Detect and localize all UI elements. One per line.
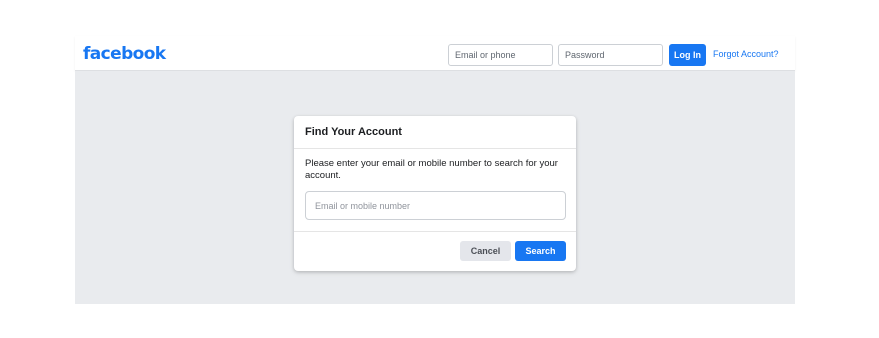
- password-input[interactable]: [558, 44, 663, 66]
- dialog-description: Please enter your email or mobile number…: [305, 158, 558, 181]
- dialog-body: Please enter your email or mobile number…: [294, 149, 576, 232]
- search-button[interactable]: Search: [515, 241, 566, 261]
- find-account-dialog: Find Your Account Please enter your emai…: [294, 116, 576, 271]
- top-navbar: facebook Log In Forgot Account?: [75, 36, 795, 71]
- main-content-area: Find Your Account Please enter your emai…: [75, 71, 795, 304]
- dialog-header: Find Your Account: [294, 116, 576, 149]
- email-or-mobile-input[interactable]: [305, 191, 566, 220]
- dialog-footer: Cancel Search: [294, 232, 576, 270]
- dialog-title: Find Your Account: [305, 126, 402, 138]
- facebook-logo[interactable]: facebook: [83, 44, 166, 64]
- log-in-button[interactable]: Log In: [669, 44, 706, 66]
- forgot-account-link[interactable]: Forgot Account?: [713, 49, 779, 59]
- page-frame: facebook Log In Forgot Account? Find You…: [75, 36, 795, 304]
- email-or-phone-input[interactable]: [448, 44, 553, 66]
- cancel-button[interactable]: Cancel: [460, 241, 511, 261]
